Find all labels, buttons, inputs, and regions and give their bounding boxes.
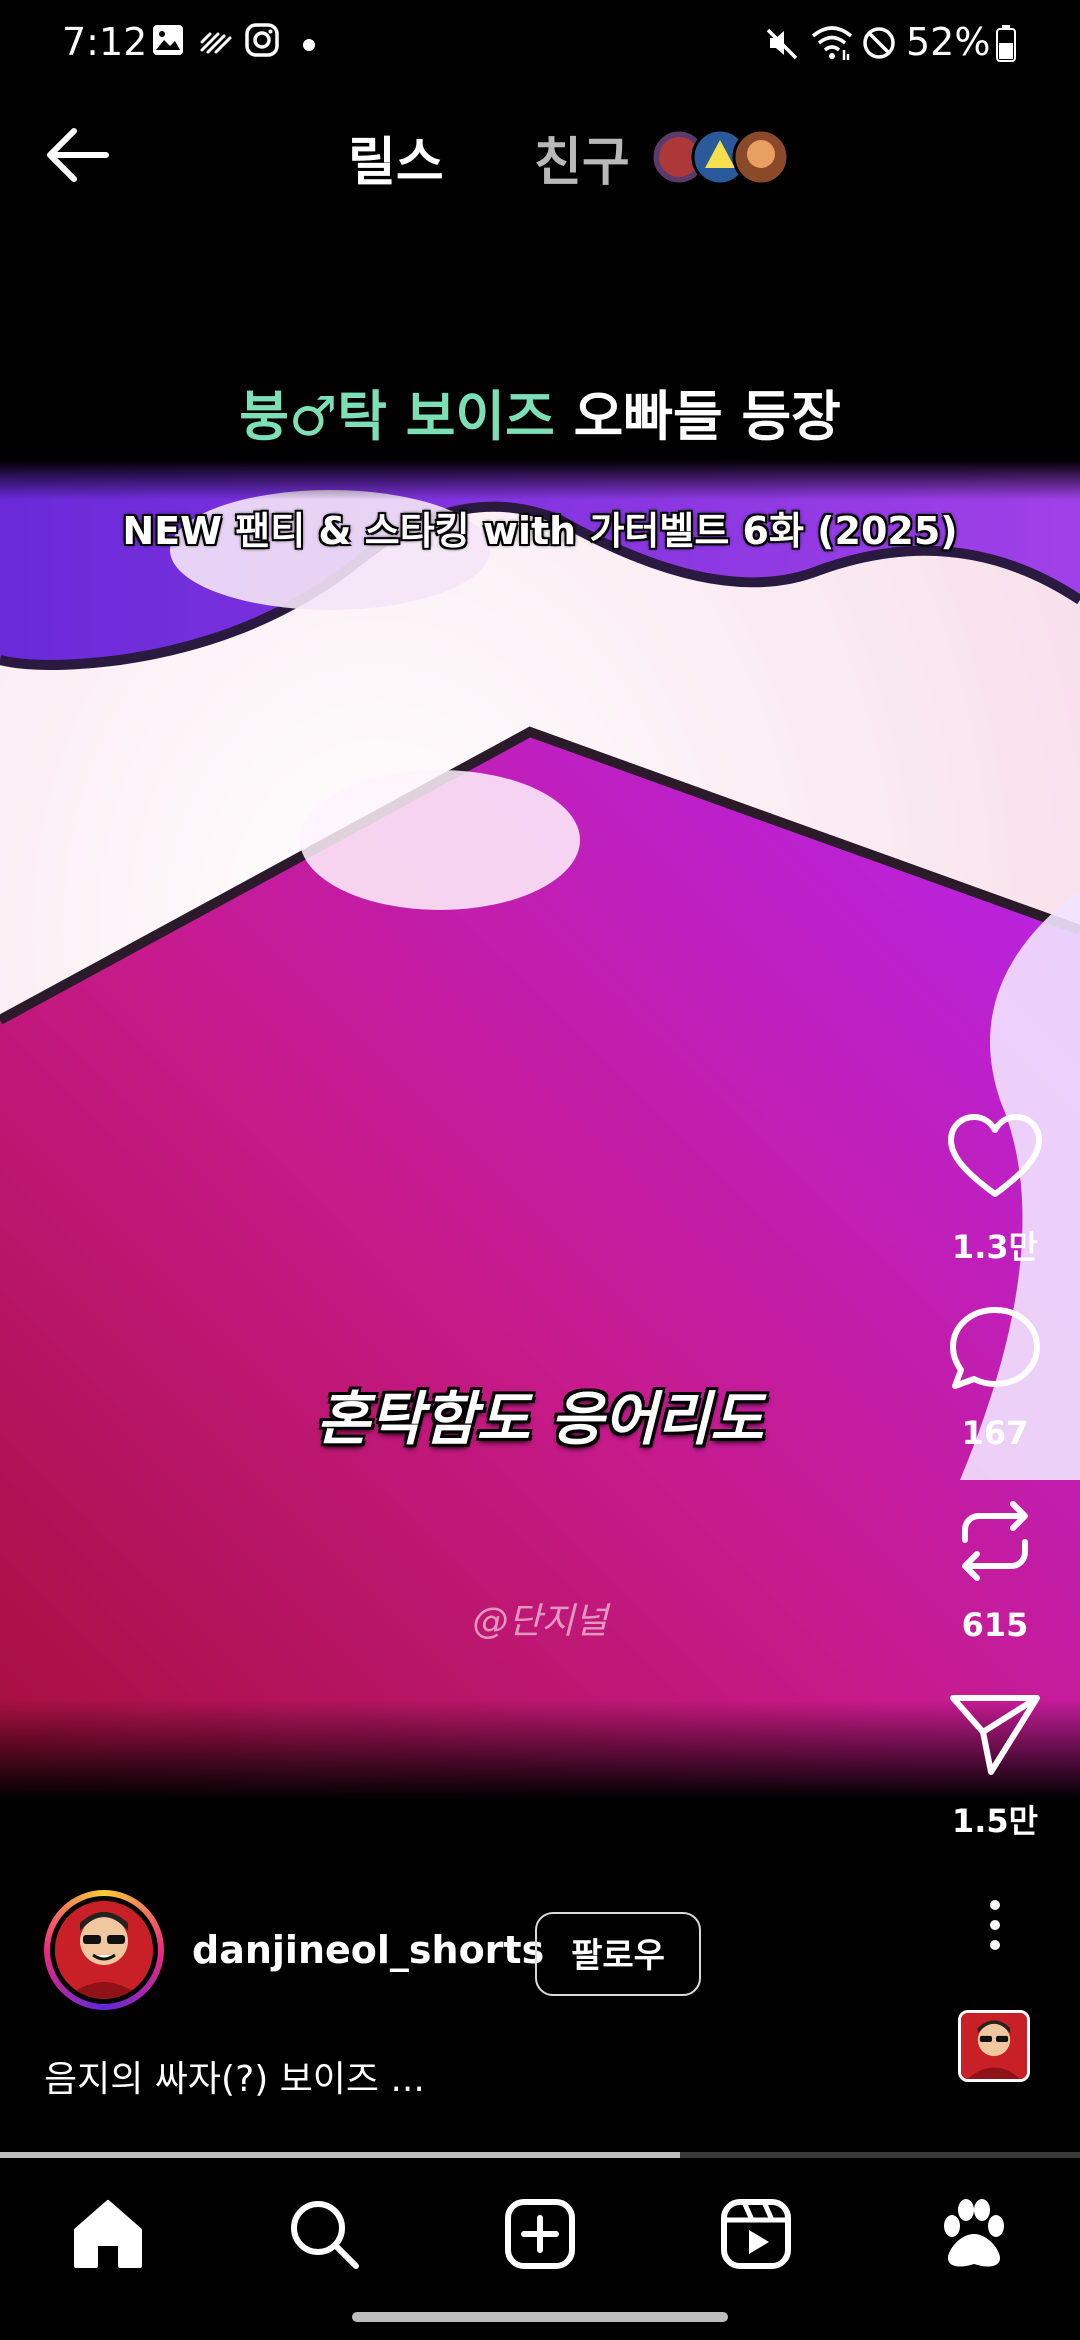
share-send-icon[interactable] xyxy=(945,1688,1045,1778)
more-options-icon[interactable] xyxy=(975,1895,1015,1955)
instagram-icon xyxy=(245,23,279,57)
post-caption[interactable]: 음지의 싸자(?) 보이즈 ... xyxy=(44,2050,425,2102)
like-heart-icon[interactable] xyxy=(945,1112,1045,1202)
battery-icon xyxy=(996,25,1016,62)
reels-icon[interactable] xyxy=(714,2192,798,2276)
tab-friends[interactable]: 친구 xyxy=(534,120,630,195)
follow-button[interactable]: 팔로우 xyxy=(535,1912,701,1996)
friend-avatars[interactable] xyxy=(650,128,790,186)
repost-count: 615 xyxy=(961,1606,1029,1644)
progress-fill xyxy=(0,2152,680,2158)
gallery-icon xyxy=(153,25,183,55)
audio-avatar-image xyxy=(961,2013,1027,2079)
status-time: 7:12 xyxy=(62,20,148,64)
home-icon[interactable] xyxy=(66,2192,150,2276)
video-title: 붕♂탁 보이즈 오빠들 등장 xyxy=(0,372,1080,451)
comment-count: 167 xyxy=(961,1414,1029,1452)
create-icon[interactable] xyxy=(498,2192,582,2276)
home-indicator[interactable] xyxy=(352,2312,728,2322)
back-arrow-icon[interactable] xyxy=(40,118,120,192)
repost-icon[interactable] xyxy=(945,1496,1045,1586)
audio-thumbnail[interactable] xyxy=(958,2010,1030,2082)
video-title-rest: 오빠들 등장 xyxy=(554,385,841,448)
share-count: 1.5만 xyxy=(951,1802,1039,1840)
tab-reels[interactable]: 릴스 xyxy=(348,120,444,195)
comment-icon[interactable] xyxy=(945,1304,1045,1394)
username[interactable]: danjineol_shorts xyxy=(192,1928,544,1972)
like-count: 1.3만 xyxy=(951,1228,1039,1266)
battery-percent: 52% xyxy=(906,20,991,64)
activity-icon xyxy=(200,32,232,54)
video-title-accent: 붕♂탁 보이즈 xyxy=(239,385,555,448)
search-icon[interactable] xyxy=(282,2192,366,2276)
wifi-icon xyxy=(811,26,853,60)
mute-icon xyxy=(766,28,798,60)
video-subtitle: NEW 팬티 & 스타킹 with 가터벨트 6화 (2025) xyxy=(122,509,958,553)
do-not-disturb-icon xyxy=(863,27,895,59)
profile-avatar[interactable] xyxy=(44,1890,164,2010)
paw-icon[interactable] xyxy=(930,2192,1014,2276)
dot-icon xyxy=(303,39,315,51)
avatar-image xyxy=(55,1901,153,1999)
